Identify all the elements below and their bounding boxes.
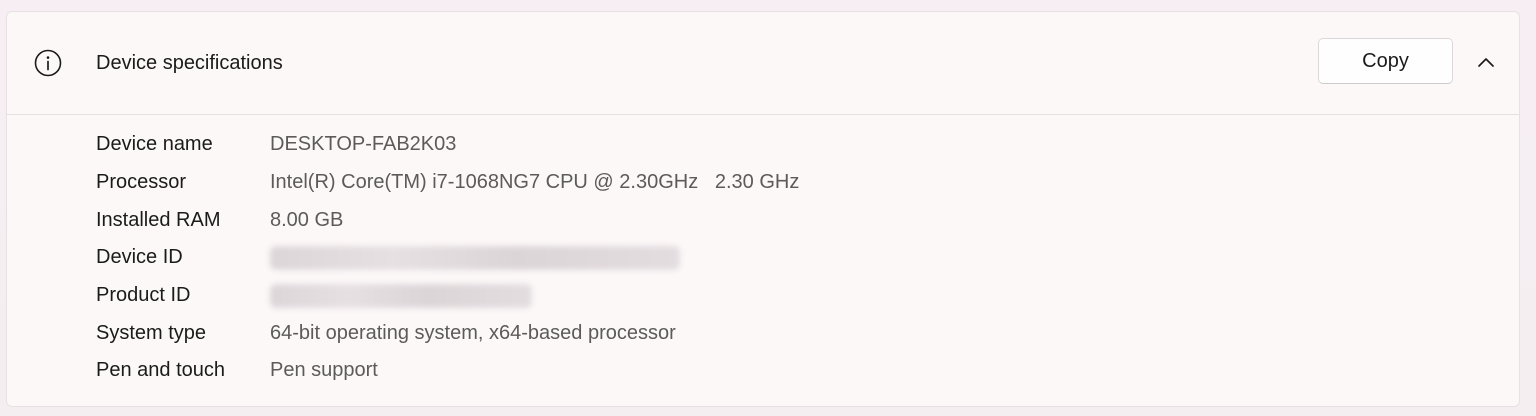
spec-row-installed-ram: Installed RAM 8.00 GB <box>96 201 799 239</box>
chevron-up-icon[interactable] <box>1474 52 1498 72</box>
redacted-value <box>270 245 680 270</box>
spec-value[interactable]: DESKTOP-FAB2K03 <box>270 133 456 156</box>
info-icon <box>34 49 62 77</box>
spec-row-product-id: Product ID <box>96 277 799 315</box>
spec-value[interactable]: Pen support <box>270 359 378 382</box>
spec-label: Device ID <box>96 246 183 269</box>
device-specifications-card: Device specifications Copy Device name D… <box>6 11 1520 407</box>
spec-label: Device name <box>96 133 213 156</box>
spec-value[interactable]: 8.00 GB <box>270 209 343 232</box>
spec-value[interactable]: 64-bit operating system, x64-based proce… <box>270 322 676 345</box>
spec-label: Processor <box>96 171 187 194</box>
spec-row-device-name: Device name DESKTOP-FAB2K03 <box>96 126 799 164</box>
specs-list: Device name DESKTOP-FAB2K03 Processor In… <box>96 126 799 390</box>
spec-row-system-type: System type 64-bit operating system, x64… <box>96 314 799 352</box>
section-title: Device specifications <box>96 52 283 74</box>
spec-value[interactable]: Intel(R) Core(TM) i7-1068NG7 CPU @ 2.30G… <box>270 171 799 194</box>
spec-label: Product ID <box>96 284 191 307</box>
spec-label: System type <box>96 321 207 344</box>
spec-label: Pen and touch <box>96 359 225 382</box>
spec-row-device-id: Device ID <box>96 239 799 277</box>
spec-row-pen-and-touch: Pen and touch Pen support <box>96 352 799 390</box>
spec-label: Installed RAM <box>96 208 221 231</box>
copy-button[interactable]: Copy <box>1318 38 1453 84</box>
card-header[interactable]: Device specifications Copy <box>7 12 1519 115</box>
redacted-value <box>270 283 532 308</box>
spec-row-processor: Processor Intel(R) Core(TM) i7-1068NG7 C… <box>96 164 799 202</box>
